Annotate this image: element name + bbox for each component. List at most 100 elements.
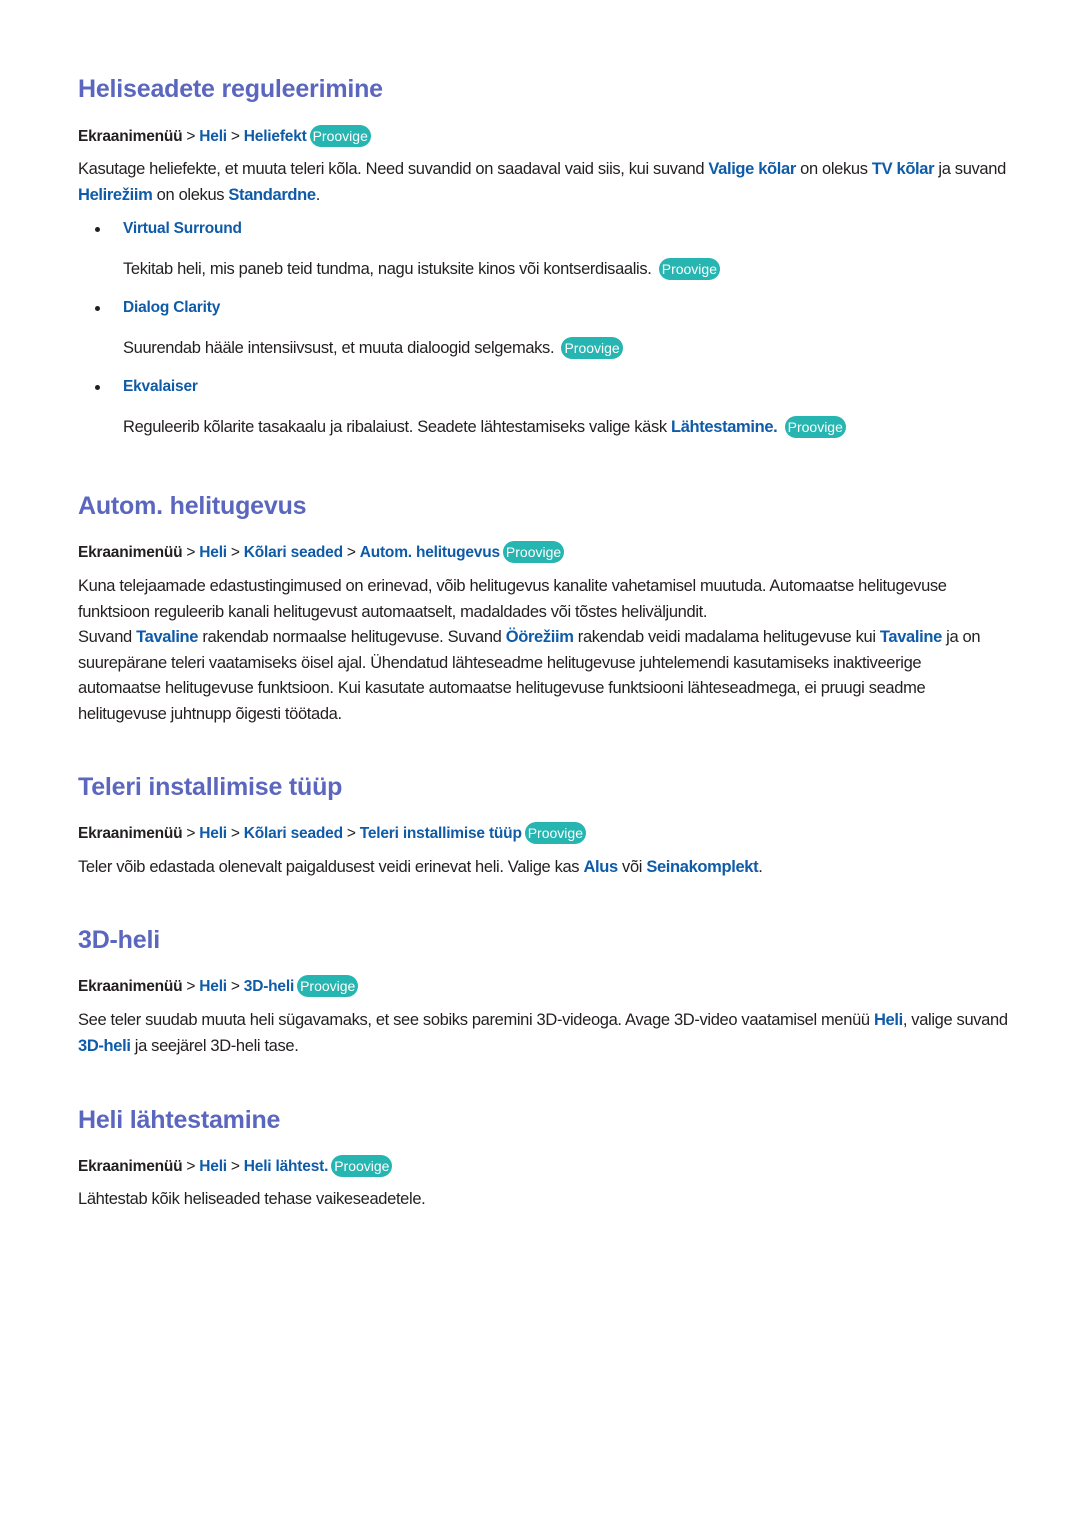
section-title: Autom. helitugevus — [78, 492, 307, 520]
paragraph: Kuna telejaamade edastustingimused on er… — [78, 574, 1008, 625]
section-body: See teler suudab muuta heli sügavamaks, … — [78, 1008, 1008, 1059]
path-root: Ekraanimenüü — [78, 978, 183, 995]
menu-path: Ekraanimenüü > Heli > Heliefekt Proovige — [78, 125, 371, 149]
path-separator: > — [186, 544, 196, 561]
inline-link[interactable]: Helirežiim — [78, 186, 153, 204]
path-separator: > — [230, 825, 240, 842]
paragraph: Suvand Tavaline rakendab normaalse helit… — [78, 625, 1008, 727]
path-item[interactable]: Heliefekt — [244, 128, 307, 145]
path-separator: > — [186, 978, 196, 995]
path-separator: > — [186, 825, 196, 842]
path-separator: > — [230, 1158, 240, 1175]
menu-path: Ekraanimenüü > Heli >3D-heli Proovige — [78, 975, 359, 999]
menu-path: Ekraanimenüü > Heli > Heli lähtest. Proovige — [78, 1155, 393, 1179]
bullet-description: Reguleerib kõlarite tasakaalu ja ribalai… — [123, 415, 1008, 441]
bullet-title[interactable]: Dialog Clarity — [123, 296, 220, 320]
inline-link[interactable]: Valige kõlar — [708, 160, 796, 178]
text-run: rakendab normaalse helitugevuse. Suvand — [198, 628, 506, 646]
section-title: Heli lähtestamine — [78, 1106, 281, 1134]
path-item[interactable]: Heli — [199, 978, 227, 995]
bullet-title[interactable]: Virtual Surround — [123, 217, 242, 241]
proovige-badge[interactable]: Proovige — [524, 822, 586, 844]
bullet-icon — [95, 227, 100, 232]
text-run: , valige suvand — [902, 1011, 1008, 1029]
proovige-badge[interactable]: Proovige — [297, 975, 359, 997]
text-run: Teler võib edastada olenevalt paigalduse… — [78, 858, 584, 876]
text-run: ja seejärel 3D-heli tase. — [130, 1036, 299, 1055]
inline-link[interactable]: Standardne — [228, 186, 316, 204]
proovige-badge[interactable]: Proovige — [502, 541, 565, 563]
inline-link[interactable]: Öörežiim — [506, 628, 574, 646]
text-run: rakendab veidi madalama helitugevuse kui — [573, 628, 880, 646]
path-root: Ekraanimenüü — [78, 128, 183, 145]
path-separator: > — [230, 128, 240, 145]
path-item[interactable]: Kõlari seaded — [244, 825, 343, 842]
path-item[interactable]: Heli — [199, 1158, 227, 1175]
section-autom-helitugevus: Autom. helitugevus Ekraanimenüü > Heli > Kõl… — [78, 490, 1008, 723]
path-item[interactable]: Teleri installimise tüüp — [360, 825, 522, 842]
text-run: Kuna telejaamade edastustingimused on er… — [78, 577, 947, 621]
inline-link[interactable]: Seinakomplekt — [646, 858, 758, 876]
path-item[interactable]: Kõlari seaded — [244, 544, 343, 561]
path-item[interactable]: Heli — [199, 825, 227, 842]
path-separator: > — [346, 544, 356, 561]
inline-link[interactable]: Tavaline — [136, 628, 198, 646]
section-body: Kuna telejaamade edastustingimused on er… — [78, 574, 1008, 727]
path-separator: > — [346, 825, 356, 842]
path-separator: > — [186, 128, 196, 145]
bullet-description: Suurendab hääle intensiivsust, et muuta … — [123, 336, 1008, 362]
text-run: . — [758, 858, 763, 876]
section-heliseadete-reguleerimine: Heliseadete reguleerimine Ekraanimenüü > H… — [78, 73, 1008, 438]
inline-link[interactable]: Tavaline — [880, 628, 942, 646]
path-item[interactable]: Autom. helitugevus — [360, 544, 500, 561]
path-item[interactable]: Heli — [199, 128, 227, 145]
path-item[interactable]: Heli lähtest. — [244, 1158, 329, 1175]
text-run: on olekus — [795, 160, 872, 178]
section-body: Kasutage heliefekte, et muuta teleri kõl… — [78, 157, 1008, 208]
inline-link[interactable]: Heli — [874, 1011, 903, 1029]
proovige-badge[interactable]: Proovige — [561, 337, 623, 359]
section-3d-heli: 3D-heli Ekraanimenüü > Heli >3D-heli Proovig… — [78, 924, 1008, 1055]
text-run: Reguleerib kõlarite tasakaalu ja ribalai… — [123, 418, 671, 436]
section-body: Teler võib edastada olenevalt paigalduse… — [78, 855, 1008, 881]
inline-link[interactable]: TV kõlar — [872, 160, 935, 178]
text-run: või — [617, 858, 647, 876]
path-root: Ekraanimenüü — [78, 1158, 183, 1175]
path-root: Ekraanimenüü — [78, 544, 183, 561]
bullet-description: Tekitab heli, mis paneb teid tundma, nag… — [123, 257, 1008, 283]
text-run: . — [315, 185, 321, 204]
bullet-icon — [95, 385, 100, 390]
path-separator: > — [186, 1158, 196, 1175]
menu-path: Ekraanimenüü > Heli > Kõlari seaded > Teleri i… — [78, 822, 586, 846]
path-item[interactable]: Heli — [199, 544, 227, 561]
text-run: Tekitab heli, mis paneb teid tundma, nag… — [123, 260, 656, 278]
path-item[interactable]: 3D-heli — [244, 978, 294, 995]
text-run: ja suvand — [934, 160, 1006, 178]
proovige-badge[interactable]: Proovige — [309, 125, 371, 147]
proovige-badge[interactable]: Proovige — [331, 1155, 393, 1177]
section-teleri-installimise-tyyp: Teleri installimise tüüp Ekraanimenüü > He… — [78, 771, 1008, 876]
section-title: Teleri installimise tüüp — [78, 773, 343, 801]
text-run: on olekus — [152, 185, 229, 204]
bullet-title[interactable]: Ekvalaiser — [123, 375, 198, 399]
menu-path: Ekraanimenüü > Heli > Kõlari seaded > Autom. h… — [78, 541, 565, 565]
path-separator: > — [230, 978, 240, 995]
section-title: 3D-heli — [78, 926, 160, 954]
section-body: Lähtestab kõik heliseaded tehase vaikese… — [78, 1187, 1008, 1213]
inline-link[interactable]: 3D-heli — [78, 1037, 131, 1055]
text-run: Kasutage heliefekte, et muuta teleri kõl… — [78, 160, 709, 178]
inline-link[interactable]: Alus — [583, 858, 618, 876]
inline-link[interactable]: Lähtestamine. — [671, 418, 778, 436]
proovige-badge[interactable]: Proovige — [658, 258, 720, 280]
proovige-badge[interactable]: Proovige — [784, 416, 846, 438]
text-run: Suvand — [78, 628, 137, 646]
path-root: Ekraanimenüü — [78, 825, 183, 842]
text-run: Suurendab hääle intensiivsust, et muuta … — [123, 339, 559, 357]
path-separator: > — [230, 544, 240, 561]
section-title: Heliseadete reguleerimine — [78, 75, 383, 103]
bullet-icon — [95, 306, 100, 311]
text-run: Lähtestab kõik heliseaded tehase vaikese… — [78, 1190, 426, 1208]
section-heli-lahtestamine: Heli lähtestamine Ekraanimenüü > Heli > Heli… — [78, 1104, 1008, 1208]
text-run — [777, 418, 781, 436]
text-run: See teler suudab muuta heli sügavamaks, … — [78, 1011, 874, 1029]
